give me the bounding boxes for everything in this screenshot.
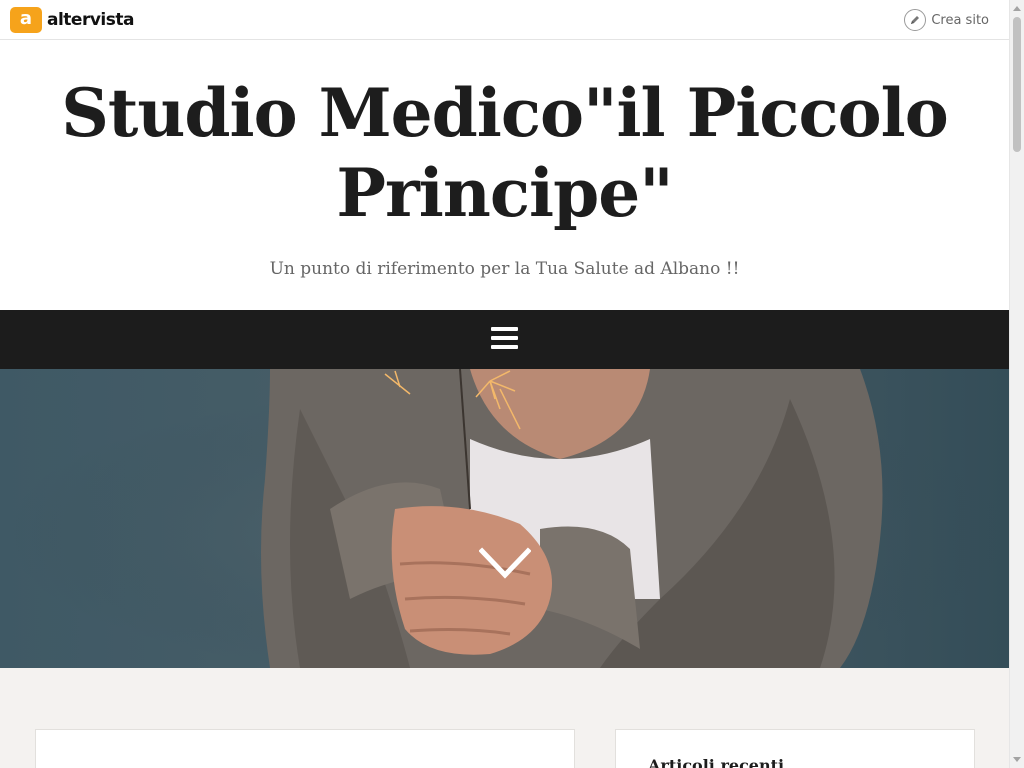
scrollbar-thumb[interactable]	[1013, 17, 1021, 152]
widget-title-recent-posts: Articoli recenti	[648, 756, 785, 768]
altervista-logo[interactable]: a altervista	[10, 7, 134, 33]
hero-photo	[0, 369, 1009, 668]
site-header: Studio Medico"il Piccolo Principe" Un pu…	[0, 40, 1009, 310]
sidebar-widget: Articoli recenti	[615, 729, 975, 768]
altervista-logo-text: altervista	[47, 10, 134, 30]
altervista-logo-icon: a	[10, 7, 42, 33]
hamburger-menu-icon[interactable]	[491, 327, 518, 352]
main-navigation	[0, 310, 1009, 369]
crea-sito-label: Crea sito	[931, 12, 989, 28]
scroll-up-arrow-icon[interactable]	[1013, 6, 1021, 11]
pencil-icon	[904, 9, 927, 31]
site-description: Un punto di riferimento per la Tua Salut…	[269, 259, 740, 279]
scroll-down-arrow-icon[interactable]	[1013, 757, 1021, 762]
content-area: Articoli recenti	[0, 668, 1009, 768]
hero-image	[0, 369, 1009, 668]
site-title[interactable]: Studio Medico"il Piccolo Principe"	[60, 73, 949, 233]
scroll-down-button[interactable]	[478, 547, 532, 579]
chevron-down-icon	[478, 547, 532, 579]
crea-sito-button[interactable]: Crea sito	[904, 9, 989, 31]
altervista-toolbar: a altervista Crea sito	[0, 0, 1009, 40]
main-post-card	[35, 729, 575, 768]
page-scrollbar[interactable]	[1009, 0, 1024, 768]
